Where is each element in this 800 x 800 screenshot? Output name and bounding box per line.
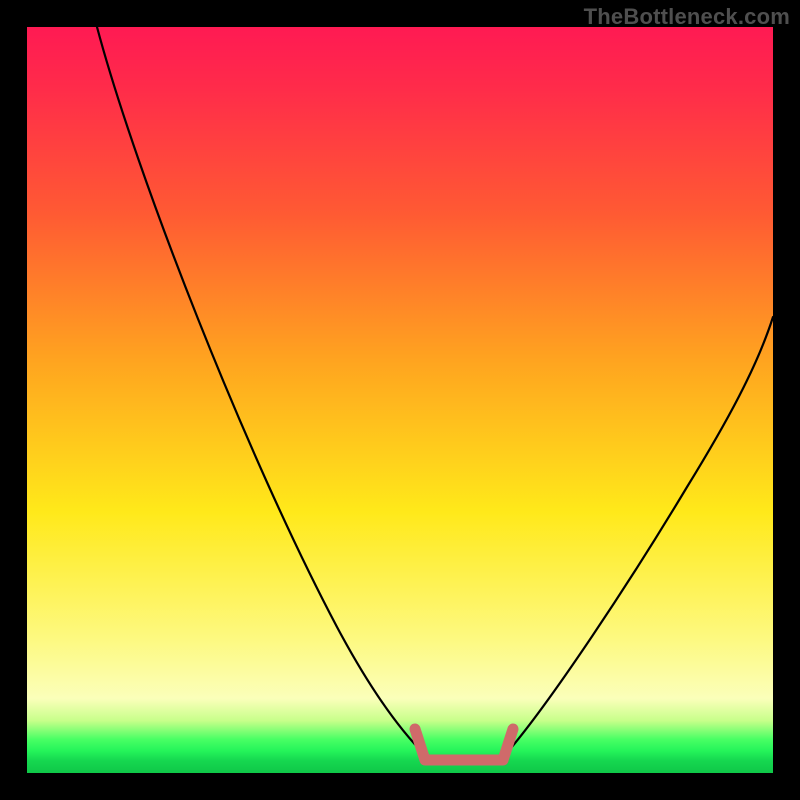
- optimal-range-bracket: [415, 729, 513, 760]
- watermark-text: TheBottleneck.com: [584, 4, 790, 30]
- chart-frame: TheBottleneck.com: [0, 0, 800, 800]
- right-curve: [505, 317, 773, 755]
- chart-plot: [27, 27, 773, 773]
- left-curve: [97, 27, 425, 755]
